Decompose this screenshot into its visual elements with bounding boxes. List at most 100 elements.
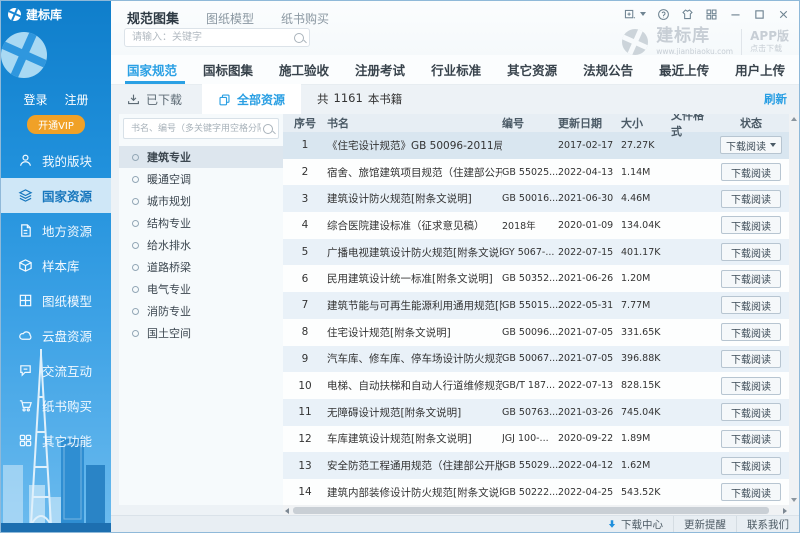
refresh-link[interactable]: 刷新 — [764, 91, 787, 107]
category-item[interactable]: 结构专业 — [119, 212, 283, 234]
register-link[interactable]: 注册 — [65, 91, 89, 108]
tab-item[interactable]: 法规公告 — [570, 55, 646, 84]
open-vip-button[interactable]: 开通VIP — [27, 115, 85, 134]
table-row[interactable]: 13 安全防范工程通用规范（住建部公开版） GB 55029... 2022-0… — [283, 452, 789, 479]
tab-item[interactable]: 最近上传 — [646, 55, 722, 84]
table-row[interactable]: 4 综合医院建设标准（征求意见稿） 2018年 2020-01-09 134.0… — [283, 212, 789, 239]
top-nav-item[interactable]: 图纸模型 — [206, 10, 254, 27]
category-item[interactable]: 道路桥梁 — [119, 256, 283, 278]
book-count: 共 1161 本书籍 — [317, 91, 403, 106]
category-label: 建筑专业 — [147, 151, 191, 164]
sidebar-item[interactable]: 样本库 — [1, 248, 111, 283]
category-item[interactable]: 国土空间 — [119, 322, 283, 344]
download-read-button[interactable]: 下载阅读 — [721, 403, 781, 422]
table-row[interactable]: 9 汽车库、修车库、停车场设计防火规范[附条文说明] GB 50067... 2… — [283, 345, 789, 373]
tab-item[interactable]: 用户上传 — [722, 55, 798, 84]
sidebar-item-icon — [18, 328, 33, 343]
category-item[interactable]: 消防专业 — [119, 300, 283, 322]
table-row[interactable]: 3 建筑设计防火规范[附条文说明] GB 50016... 2021-06-30… — [283, 185, 789, 213]
download-read-button[interactable]: 下载阅读 — [721, 163, 781, 182]
table-row[interactable]: 7 建筑节能与可再生能源利用通用规范[附条文说明] GB 55015... 20… — [283, 292, 789, 319]
sidebar-item[interactable]: 地方资源 — [1, 213, 111, 248]
category-item[interactable]: 电气专业 — [119, 278, 283, 300]
caret-down-icon[interactable] — [640, 12, 646, 16]
bullet-icon — [132, 285, 139, 293]
book-search-input[interactable] — [129, 122, 263, 135]
all-resources-tab[interactable]: 全部资源 — [202, 84, 302, 114]
download-read-button[interactable]: 下载阅读 — [721, 376, 781, 395]
sidebar-item[interactable]: 国家资源 — [1, 178, 111, 213]
sidebar-item-label: 我的版块 — [42, 154, 93, 169]
close-icon[interactable] — [776, 7, 790, 21]
category-label: 结构专业 — [147, 217, 191, 230]
maximize-icon[interactable] — [752, 7, 766, 21]
scroll-up-icon[interactable] — [791, 117, 797, 121]
table-row[interactable]: 5 广播电视建筑设计防火规范[附条文说明] GY 5067-... 2022-0… — [283, 238, 789, 266]
brand-logo — [1, 32, 47, 78]
sidebar-item[interactable]: 图纸模型 — [1, 283, 111, 318]
download-read-button[interactable]: 下载阅读 — [721, 349, 781, 368]
minimize-icon[interactable] — [728, 7, 742, 21]
category-item[interactable]: 城市规划 — [119, 190, 283, 212]
top-nav-item[interactable]: 规范图集 — [127, 8, 179, 27]
download-read-button[interactable]: 下载阅读 — [721, 296, 781, 315]
category-item[interactable]: 建筑专业 — [119, 146, 283, 168]
table-row[interactable]: 1 《住宅设计规范》GB 50096-2011局部修订条文及说... 2017-… — [283, 132, 789, 159]
bullet-icon — [132, 241, 139, 249]
sidebar-item[interactable]: 我的版块 — [1, 143, 111, 178]
table-body: 1 《住宅设计规范》GB 50096-2011局部修订条文及说... 2017-… — [283, 132, 789, 505]
watermark-logo-icon — [622, 29, 649, 55]
category-item[interactable]: 给水排水 — [119, 234, 283, 256]
top-nav-item[interactable]: 纸书购买 — [281, 10, 329, 27]
app-download-label[interactable]: APP版 — [750, 29, 789, 43]
layout-icon[interactable] — [704, 7, 718, 21]
tab-item[interactable]: 施工验收 — [266, 55, 342, 84]
tab-item[interactable]: 行业标准 — [418, 55, 494, 84]
scrollbar-thumb[interactable] — [293, 507, 769, 514]
table-row[interactable]: 6 民用建筑设计统一标准[附条文说明] GB 50352... 2021-06-… — [283, 265, 789, 293]
category-item[interactable]: 暖通空调 — [119, 168, 283, 190]
tab-item[interactable]: 国家规范 — [124, 55, 190, 84]
app-download-sub[interactable]: 点击下载 — [750, 43, 789, 54]
login-link[interactable]: 登录 — [23, 91, 47, 108]
table-row[interactable]: 14 建筑内部装修设计防火规范[附条文说明] GB 50222... 2022-… — [283, 478, 789, 505]
download-read-button[interactable]: 下载阅读 — [720, 136, 782, 155]
sidebar-item[interactable]: 交流互动 — [1, 353, 111, 388]
download-read-button[interactable]: 下载阅读 — [721, 483, 781, 502]
download-read-button[interactable]: 下载阅读 — [721, 216, 781, 235]
tab-item[interactable]: 国标图集 — [190, 55, 266, 84]
scroll-down-icon[interactable] — [791, 498, 797, 502]
contact-us-button[interactable]: 联系我们 — [736, 516, 799, 532]
sidebar-item[interactable]: 云盘资源 — [1, 318, 111, 353]
download-read-button[interactable]: 下载阅读 — [721, 429, 781, 448]
table-row[interactable]: 8 住宅设计规范[附条文说明] GB 50096... 2021-07-05 3… — [283, 318, 789, 346]
table-row[interactable]: 10 电梯、自动扶梯和自动人行道维修规范 GB/T 187... 2022-07… — [283, 372, 789, 399]
category-label: 国土空间 — [147, 327, 191, 340]
table-row[interactable]: 2 宿舍、旅馆建筑项目规范（住建部公开版） GB 55025... 2022-0… — [283, 158, 789, 186]
download-read-button[interactable]: 下载阅读 — [721, 456, 781, 475]
sidebar-item[interactable]: 纸书购买 — [1, 388, 111, 423]
downloaded-button[interactable]: 已下载 — [127, 91, 182, 108]
screenshot-icon[interactable] — [622, 7, 636, 21]
download-read-button[interactable]: 下载阅读 — [721, 243, 781, 262]
sidebar-item[interactable]: 其它功能 — [1, 423, 111, 458]
scroll-right-icon[interactable] — [783, 507, 787, 514]
update-reminder-button[interactable]: 更新提醒 — [673, 516, 736, 532]
help-icon[interactable] — [656, 7, 670, 21]
search-icon[interactable] — [294, 32, 304, 43]
sidebar-item-icon — [18, 223, 33, 238]
vertical-scrollbar[interactable] — [789, 114, 799, 505]
download-read-button[interactable]: 下载阅读 — [721, 323, 781, 342]
scroll-left-icon[interactable] — [285, 507, 289, 514]
table-row[interactable]: 12 车库建筑设计规范[附条文说明] JGJ 100-... 2020-09-2… — [283, 425, 789, 453]
tab-item[interactable]: 注册考试 — [342, 55, 418, 84]
table-row[interactable]: 11 无障碍设计规范[附条文说明] GB 50763... 2021-03-26… — [283, 398, 789, 426]
sidebar-item-icon — [18, 398, 33, 413]
theme-icon[interactable] — [680, 7, 694, 21]
search-icon[interactable] — [263, 123, 273, 134]
download-read-button[interactable]: 下载阅读 — [721, 189, 781, 208]
download-center-button[interactable]: 下载中心 — [597, 516, 673, 532]
download-read-button[interactable]: 下载阅读 — [721, 269, 781, 288]
tab-item[interactable]: 其它资源 — [494, 55, 570, 84]
search-input[interactable] — [130, 31, 294, 44]
